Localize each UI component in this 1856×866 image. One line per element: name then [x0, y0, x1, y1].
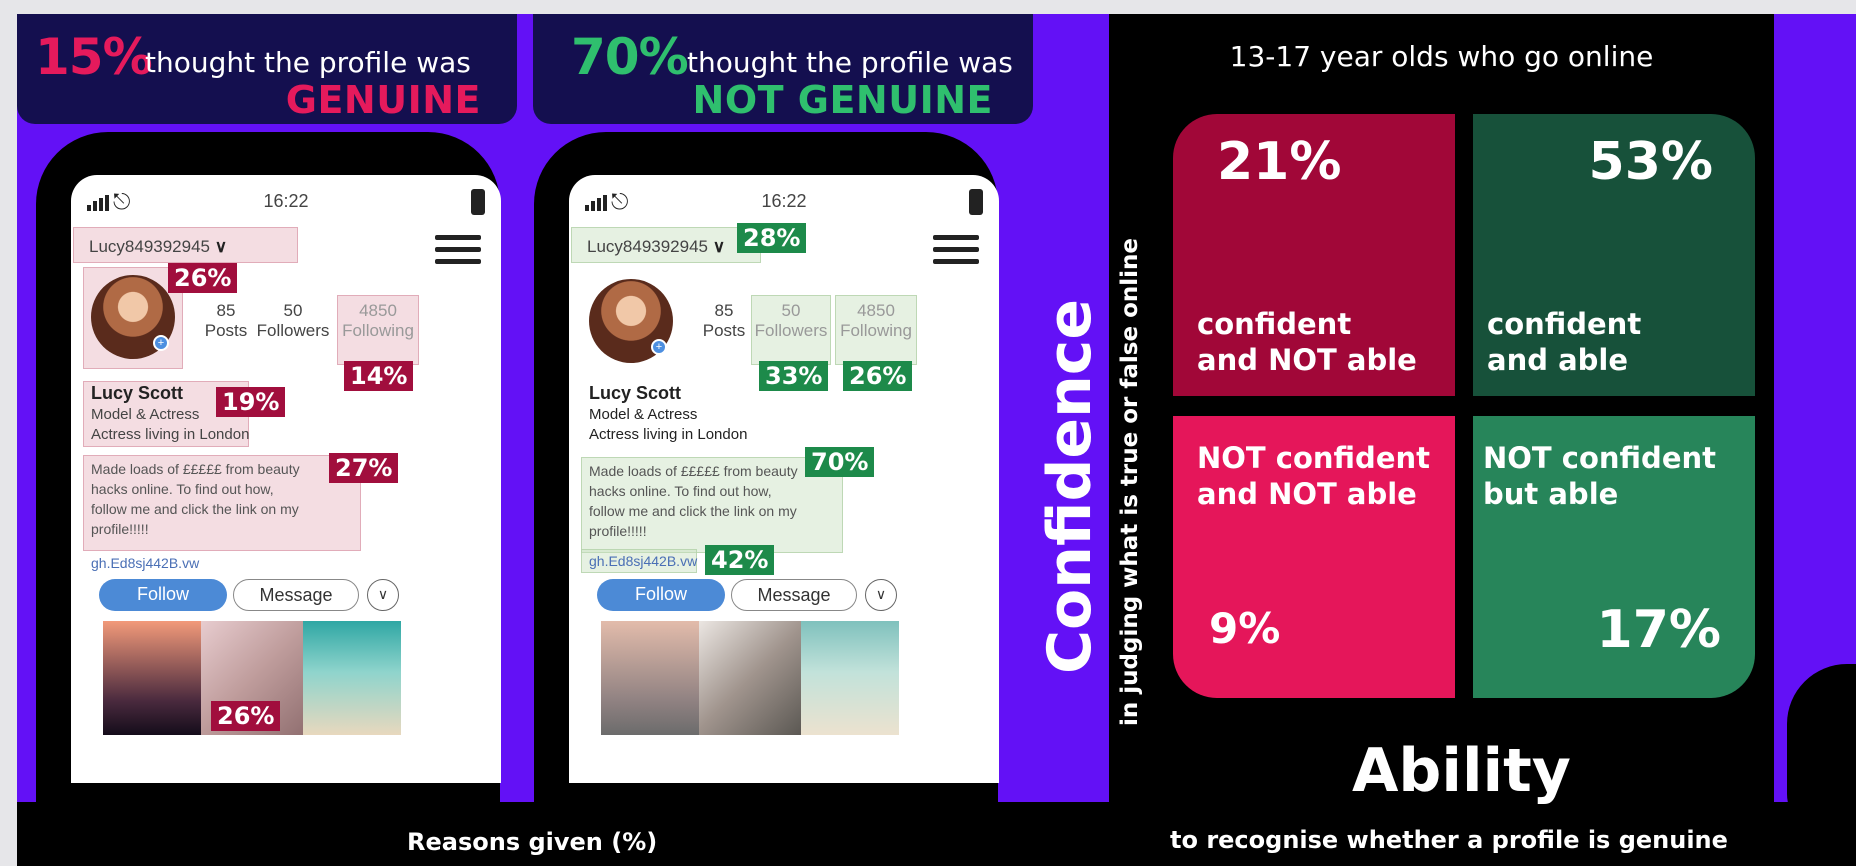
quadrant-label: NOT confident but able [1483, 441, 1716, 511]
chevron-down-icon: ∨ [712, 237, 726, 256]
photo-woman[interactable] [699, 621, 801, 735]
clock: 16:22 [761, 191, 807, 211]
profile-post-text: Made loads of £££££ from beauty hacks onl… [91, 461, 300, 537]
ability-axis-subtitle: to recognise whether a profile is genuin… [1170, 826, 1728, 854]
profile-link[interactable]: gh.Ed8sj442B.vw [589, 553, 697, 569]
reason-following-percent: 14% [344, 361, 414, 391]
quadrant-label: confident and able [1487, 307, 1642, 377]
reason-post-percent: 70% [805, 447, 875, 477]
message-button[interactable]: Message [731, 579, 857, 611]
followers-stat[interactable]: 50 Followers [751, 301, 831, 341]
confidence-axis-title: Confidence [1035, 298, 1105, 674]
quadrant-label: NOT confident and NOT able [1197, 441, 1430, 511]
battery-icon [969, 189, 983, 215]
reason-followers-percent: 33% [759, 361, 829, 391]
photo-beach[interactable] [801, 621, 899, 735]
quadrant-value: 53% [1588, 132, 1713, 192]
message-button[interactable]: Message [233, 579, 359, 611]
add-story-icon[interactable]: + [153, 335, 169, 351]
reason-avatar-percent: 26% [168, 263, 238, 293]
not-genuine-verdict: NOT GENUINE [692, 78, 993, 122]
reason-post-percent: 27% [329, 453, 399, 483]
username: Lucy849392945 [587, 237, 709, 256]
phone-screen: ⎋ 16:22 Lucy849392945 ∨ 28% + 85 Posts 50… [569, 175, 999, 783]
reason-following-percent: 26% [843, 361, 913, 391]
add-story-icon[interactable]: + [651, 339, 667, 355]
posts-stat[interactable]: 85 Posts [199, 301, 253, 341]
following-stat[interactable]: 4850 Following [337, 301, 419, 341]
genuine-banner: 15% thought the profile was GENUINE [17, 14, 517, 124]
profile-name: Lucy Scott [589, 383, 682, 403]
not-genuine-banner-text: thought the profile was [687, 46, 1013, 79]
chevron-down-icon[interactable]: ∨ [865, 579, 897, 611]
username: Lucy849392945 [89, 237, 211, 256]
hamburger-menu-icon[interactable] [933, 235, 979, 265]
username-dropdown[interactable]: Lucy849392945 ∨ [577, 231, 735, 265]
status-bar: ⎋ 16:22 [569, 189, 999, 219]
follow-button[interactable]: Follow [597, 579, 725, 611]
phone-not-genuine: ⎋ 16:22 Lucy849392945 ∨ 28% + 85 Posts 50… [534, 132, 999, 852]
chevron-down-icon: ∨ [214, 237, 228, 256]
profile-link[interactable]: gh.Ed8sj442B.vw [91, 555, 199, 571]
genuine-verdict: GENUINE [285, 78, 481, 122]
reason-bio-percent: 19% [216, 387, 286, 417]
follow-button[interactable]: Follow [99, 579, 227, 611]
photo-sunset[interactable] [601, 621, 699, 735]
not-genuine-percent: 70% [571, 28, 689, 86]
matrix-title: 13-17 year olds who go online [1229, 40, 1654, 73]
reasons-caption: Reasons given (%) [407, 828, 658, 856]
phone-screen: ⎋ 16:22 Lucy849392945 ∨ + 26% 85 Posts 50… [71, 175, 501, 783]
clock: 16:22 [263, 191, 309, 211]
username-dropdown[interactable]: Lucy849392945 ∨ [79, 231, 237, 265]
photo-sunset[interactable] [103, 621, 201, 735]
chevron-down-icon[interactable]: ∨ [367, 579, 399, 611]
followers-stat[interactable]: 50 Followers [253, 301, 333, 341]
following-stat[interactable]: 4850 Following [835, 301, 917, 341]
profile-post-text: Made loads of £££££ from beauty hacks onl… [589, 463, 798, 539]
reason-link-percent: 42% [705, 545, 775, 575]
quadrant-value: 21% [1217, 132, 1342, 192]
confidence-axis-subtitle: in judging what is true or false online [1117, 238, 1143, 726]
posts-stat[interactable]: 85 Posts [697, 301, 751, 341]
not-genuine-banner: 70% thought the profile was NOT GENUINE [533, 14, 1033, 124]
infographic: 15% thought the profile was GENUINE 70% … [17, 14, 1856, 866]
reason-username-percent: 28% [737, 223, 807, 253]
status-bar: ⎋ 16:22 [71, 189, 501, 219]
quadrant-not-confident-able: NOT confident but able 17% [1473, 416, 1755, 698]
quadrant-confident-able: 53% confident and able [1473, 114, 1755, 396]
decorative-shape [1787, 664, 1856, 834]
quadrant-label: confident and NOT able [1197, 307, 1417, 377]
phone-genuine: ⎋ 16:22 Lucy849392945 ∨ + 26% 85 Posts 50… [36, 132, 501, 852]
genuine-banner-text: thought the profile was [145, 46, 471, 79]
quadrant-value: 9% [1209, 604, 1281, 653]
quadrant-confident-not-able: 21% confident and NOT able [1173, 114, 1455, 396]
profile-bio: Model & Actress Actress living in London [589, 406, 748, 443]
profile-name: Lucy Scott [91, 383, 184, 403]
ability-axis-title: Ability [1352, 736, 1571, 806]
quadrant-not-confident-not-able: NOT confident and NOT able 9% [1173, 416, 1455, 698]
battery-icon [471, 189, 485, 215]
genuine-percent: 15% [35, 28, 153, 86]
hamburger-menu-icon[interactable] [435, 235, 481, 265]
reason-photos-percent: 26% [211, 701, 281, 731]
photo-beach[interactable] [303, 621, 401, 735]
quadrant-value: 17% [1596, 600, 1721, 660]
